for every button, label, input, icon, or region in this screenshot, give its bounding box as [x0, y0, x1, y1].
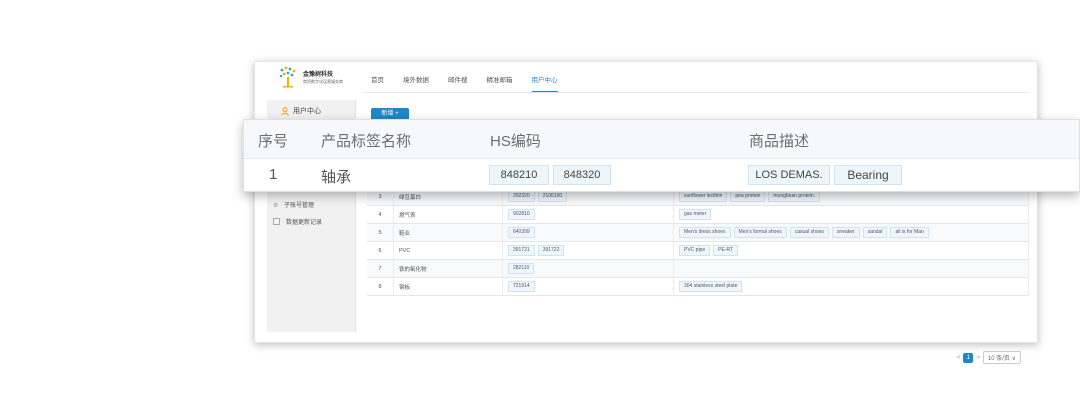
hs-tag: 848320 — [553, 165, 611, 185]
row-hs-codes: 721914 — [502, 277, 674, 296]
row-descriptions: 304 stainless steel plate — [673, 277, 1029, 296]
nav-email-search[interactable]: 邮件搜 — [448, 74, 468, 92]
table-row: 5 鞋业 640399 Men's dress shoes Men's formal s… — [367, 223, 1029, 242]
row-descriptions — [673, 259, 1029, 278]
row-hs-codes: 282110 — [502, 259, 674, 278]
table-row: 7 铁的氧化物 282110 — [367, 259, 1029, 278]
main-nav: 首页 境外数据 邮件搜 精准邮箱 用户中心 — [371, 74, 577, 92]
row-product-name: 燃气表 — [393, 205, 503, 224]
hs-tag: 292320 — [508, 191, 535, 202]
hs-tag: 902810 — [508, 209, 535, 220]
desc-tag: LOS DEMAS. — [748, 165, 830, 185]
zoomed-table-callout: 序号 产品标签名称 HS编码 商品描述 1 轴承 848210 848320 L… — [243, 119, 1080, 192]
nav-user-center[interactable]: 用户中心 — [531, 74, 558, 92]
header-description: 商品描述 — [749, 133, 810, 150]
nav-precise-email[interactable]: 精准邮箱 — [487, 74, 513, 92]
hs-tag: 640399 — [508, 227, 535, 238]
header-no: 序号 — [258, 133, 289, 150]
row-product-name: 钢板 — [393, 277, 503, 296]
desc-tag: Bearing — [834, 165, 902, 185]
header-hs-code: HS编码 — [490, 133, 541, 150]
row-product-name: 鞋业 — [393, 223, 503, 242]
page-size-select[interactable]: 10 条/页 ∨ — [982, 351, 1021, 364]
product-table: 3 绿豆蛋白 292320 2106100 sunflower lecithin pea … — [367, 188, 1029, 296]
nav-home[interactable]: 首页 — [371, 74, 384, 92]
row-descriptions: PVC pipe PE-RT — [673, 241, 1029, 260]
hs-tag: 391722 — [537, 245, 565, 256]
nav-divider — [363, 92, 1029, 93]
sidebar-item-label: 数据更新记录 — [286, 220, 323, 226]
desc-tag: gas meter — [679, 209, 712, 220]
document-icon — [273, 218, 280, 225]
tree-logo-icon — [279, 66, 296, 88]
sidebar-item-label: 子账号管理 — [284, 203, 315, 209]
desc-tag: sandal — [862, 227, 888, 238]
desc-tag: mungbean protein. — [768, 191, 821, 202]
row-no: 6 — [367, 241, 394, 260]
sidebar-item-update-log[interactable]: 数据更新记录 — [273, 217, 322, 226]
pagination: < 1 > 10 条/页 ∨ — [957, 351, 1021, 364]
row-no: 7 — [367, 259, 394, 278]
row-product-name: 铁的氧化物 — [393, 259, 503, 278]
next-page-button[interactable]: > — [976, 355, 980, 361]
desc-tag: Men's dress shoes — [679, 227, 731, 238]
current-page-button[interactable]: 1 — [963, 352, 974, 363]
logo[interactable]: 金豫树科技 商贸数字化运营服务商 — [277, 65, 347, 89]
desc-tag: all is for Man — [890, 227, 929, 238]
desc-tag: PE-RT — [713, 245, 739, 256]
subaccount-icon: ⚙ — [273, 203, 279, 209]
row-hs-codes: 902810 — [502, 205, 674, 224]
table-row: 8 钢板 721914 304 stainless steel plate — [367, 277, 1029, 296]
sidebar-user-label: 用户中心 — [293, 108, 321, 115]
row-hs-codes: 391721 391722 — [502, 241, 674, 260]
hs-tag: 721914 — [508, 281, 535, 292]
row-product-name: PVC — [393, 241, 503, 260]
row-product-name: 轴承 — [321, 169, 352, 186]
hs-tag: 2106100 — [537, 191, 568, 202]
table-row: 4 燃气表 902810 gas meter — [367, 205, 1029, 224]
sidebar-user-center[interactable]: 用户中心 — [281, 106, 321, 116]
prev-page-button[interactable]: < — [957, 355, 961, 361]
logo-subtitle: 商贸数字化运营服务商 — [303, 79, 343, 84]
row-no: 1 — [269, 166, 278, 183]
nav-overseas-data[interactable]: 境外数据 — [403, 74, 429, 92]
hs-tag: 282110 — [508, 263, 535, 274]
desc-tag: PVC pipe — [679, 245, 711, 256]
row-no: 4 — [367, 205, 394, 224]
row-descriptions: Men's dress shoes Men's formal shoes casua… — [673, 223, 1029, 242]
row-descriptions: gas meter — [673, 205, 1029, 224]
app-window: 金豫树科技 商贸数字化运营服务商 首页 境外数据 邮件搜 精准邮箱 用户中心 用… — [254, 61, 1038, 364]
user-icon — [281, 106, 289, 116]
hs-tag: 848210 — [489, 165, 549, 185]
row-no: 5 — [367, 223, 394, 242]
desc-tag: sneaker — [831, 227, 860, 238]
zoom-table-header: 序号 产品标签名称 HS编码 商品描述 — [244, 120, 1079, 159]
hs-tag: 391721 — [508, 245, 535, 256]
desc-tag: casual shoes — [789, 227, 829, 238]
table-row: 6 PVC 391721 391722 PVC pipe PE-RT — [367, 241, 1029, 260]
desc-tag: pea protein — [730, 191, 766, 202]
sidebar-item-subaccount[interactable]: ⚙ 子账号管理 — [273, 200, 314, 209]
logo-title: 金豫树科技 — [303, 72, 334, 78]
row-hs-codes: 640399 — [502, 223, 674, 242]
top-bar: 金豫树科技 商贸数字化运营服务商 首页 境外数据 邮件搜 精准邮箱 用户中心 — [255, 62, 1037, 94]
row-no: 8 — [367, 277, 394, 296]
desc-tag: 304 stainless steel plate — [679, 281, 743, 292]
desc-tag: sunflower lecithin — [679, 191, 728, 202]
desc-tag: Men's formal shoes — [733, 227, 787, 238]
header-product-name: 产品标签名称 — [321, 133, 412, 150]
